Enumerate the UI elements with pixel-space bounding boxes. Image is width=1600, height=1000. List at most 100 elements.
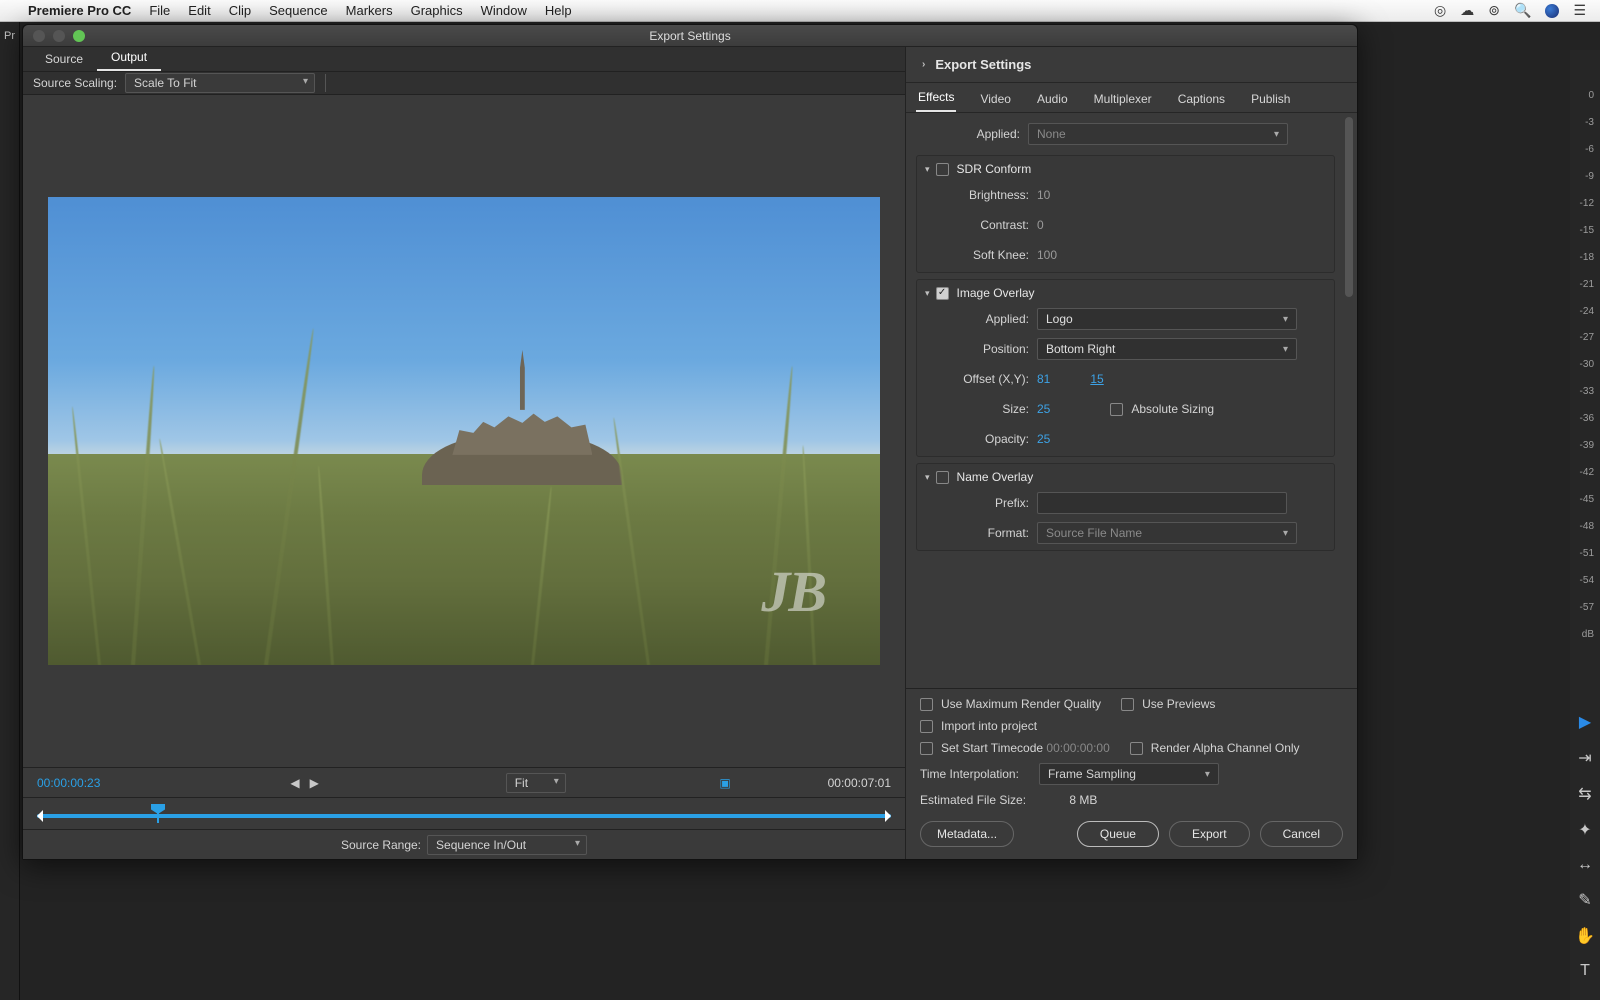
preview-pane: Source Output Source Scaling: Scale To F…: [23, 47, 905, 859]
razor-tool-icon[interactable]: ✦: [1578, 820, 1591, 840]
chevron-right-icon: ›: [922, 59, 925, 70]
import-project-checkbox[interactable]: [920, 720, 933, 733]
brightness-label: Brightness:: [925, 188, 1037, 202]
play-icon[interactable]: ▶: [310, 776, 319, 790]
siri-icon[interactable]: [1545, 4, 1559, 18]
start-tc-label: Set Start Timecode: [941, 741, 1043, 755]
source-scaling-dropdown[interactable]: Scale To Fit: [125, 73, 315, 93]
alpha-only-label: Render Alpha Channel Only: [1151, 741, 1300, 755]
tab-output[interactable]: Output: [97, 45, 161, 71]
time-interp-label: Time Interpolation:: [920, 767, 1019, 781]
sdr-conform-section: ▾ SDR Conform Brightness:10 Contrast:0 S…: [916, 155, 1335, 273]
use-previews-checkbox[interactable]: [1121, 698, 1134, 711]
alpha-only-checkbox[interactable]: [1130, 742, 1143, 755]
creative-cloud-icon[interactable]: ☁: [1460, 2, 1474, 19]
tab-effects[interactable]: Effects: [916, 84, 956, 112]
metadata-button[interactable]: Metadata...: [920, 821, 1014, 847]
overlay-size-label: Size:: [925, 402, 1037, 416]
cc-status-icon[interactable]: ◎: [1434, 2, 1446, 19]
video-preview[interactable]: JB: [48, 197, 880, 665]
start-tc-value: 00:00:00:00: [1046, 741, 1109, 755]
image-overlay-checkbox[interactable]: [936, 287, 949, 300]
aspect-crop-icon[interactable]: ▣: [719, 776, 730, 790]
use-previews-label: Use Previews: [1142, 697, 1215, 711]
export-footer-options: Use Maximum Render Quality Use Previews …: [906, 688, 1357, 815]
playhead-icon[interactable]: [151, 804, 165, 822]
overlay-offset-label: Offset (X,Y):: [925, 372, 1037, 386]
settings-pane: › Export Settings Effects Video Audio Mu…: [905, 47, 1357, 859]
export-button[interactable]: Export: [1169, 821, 1250, 847]
chevron-down-icon: ▾: [925, 164, 930, 175]
menu-file[interactable]: File: [149, 3, 170, 18]
overlay-position-dropdown[interactable]: Bottom Right: [1037, 338, 1297, 360]
cancel-button[interactable]: Cancel: [1260, 821, 1343, 847]
queue-button[interactable]: Queue: [1077, 821, 1159, 847]
source-range-dropdown[interactable]: Sequence In/Out: [427, 835, 587, 855]
name-overlay-checkbox[interactable]: [936, 471, 949, 484]
spotlight-icon[interactable]: 🔍: [1514, 2, 1531, 19]
overlay-offset-y[interactable]: 15: [1090, 372, 1103, 386]
dialog-titlebar[interactable]: Export Settings: [23, 25, 1357, 47]
type-tool-icon[interactable]: T: [1580, 962, 1590, 980]
menu-clip[interactable]: Clip: [229, 3, 251, 18]
tab-video[interactable]: Video: [978, 86, 1012, 112]
menu-window[interactable]: Window: [481, 3, 527, 18]
scrollbar[interactable]: [1345, 117, 1353, 297]
menubar-app[interactable]: Premiere Pro CC: [28, 3, 131, 18]
mac-menubar: Premiere Pro CC File Edit Clip Sequence …: [0, 0, 1600, 22]
menu-markers[interactable]: Markers: [346, 3, 393, 18]
overlay-opacity-label: Opacity:: [925, 432, 1037, 446]
absolute-sizing-checkbox[interactable]: [1110, 403, 1123, 416]
sdr-conform-header[interactable]: ▾ SDR Conform: [925, 162, 1326, 176]
zoom-fit-dropdown[interactable]: Fit: [506, 773, 566, 793]
start-tc-checkbox[interactable]: [920, 742, 933, 755]
overlay-offset-x[interactable]: 81: [1037, 372, 1050, 386]
selection-tool-icon[interactable]: ▶: [1579, 712, 1591, 732]
format-dropdown: Source File Name: [1037, 522, 1297, 544]
lumetri-applied-dropdown: None: [1028, 123, 1288, 145]
slip-tool-icon[interactable]: ↔: [1577, 856, 1593, 874]
tab-audio[interactable]: Audio: [1035, 86, 1070, 112]
export-settings-header[interactable]: › Export Settings: [906, 47, 1357, 83]
audio-meter: 0-3-6-9-12-15-18-21-24-27-30-33-36-39-42…: [1570, 50, 1600, 650]
chevron-down-icon: ▾: [925, 472, 930, 483]
menu-edit[interactable]: Edit: [188, 3, 210, 18]
track-select-tool-icon[interactable]: ⇥: [1578, 748, 1591, 768]
overlay-size-value[interactable]: 25: [1037, 402, 1050, 416]
notification-center-icon[interactable]: ☰: [1573, 2, 1586, 19]
timecode-in[interactable]: 00:00:00:23: [37, 776, 100, 790]
tab-publish[interactable]: Publish: [1249, 86, 1292, 112]
absolute-sizing-label: Absolute Sizing: [1131, 402, 1214, 416]
image-overlay-header[interactable]: ▾ Image Overlay: [925, 286, 1326, 300]
watermark-overlay: JB: [761, 558, 825, 625]
menu-help[interactable]: Help: [545, 3, 572, 18]
step-back-icon[interactable]: ◀: [290, 776, 299, 790]
wifi-icon[interactable]: ⊚: [1488, 2, 1500, 19]
max-quality-checkbox[interactable]: [920, 698, 933, 711]
prefix-input: [1037, 492, 1287, 514]
menu-graphics[interactable]: Graphics: [411, 3, 463, 18]
dialog-title: Export Settings: [23, 29, 1357, 43]
pen-tool-icon[interactable]: ✎: [1578, 890, 1591, 910]
contrast-value: 0: [1037, 218, 1044, 232]
name-overlay-header[interactable]: ▾ Name Overlay: [925, 470, 1326, 484]
tab-multiplexer[interactable]: Multiplexer: [1092, 86, 1154, 112]
tab-source[interactable]: Source: [31, 47, 97, 71]
hand-tool-icon[interactable]: ✋: [1575, 926, 1595, 946]
softknee-label: Soft Knee:: [925, 248, 1037, 262]
overlay-position-label: Position:: [925, 342, 1037, 356]
time-interp-dropdown[interactable]: Frame Sampling: [1039, 763, 1219, 785]
menu-sequence[interactable]: Sequence: [269, 3, 328, 18]
overlay-opacity-value[interactable]: 25: [1037, 432, 1050, 446]
ripple-tool-icon[interactable]: ⇆: [1578, 784, 1591, 804]
overlay-applied-dropdown[interactable]: Logo: [1037, 308, 1297, 330]
tool-palette: ▶ ⇥ ⇆ ✦ ↔ ✎ ✋ T: [1570, 650, 1600, 1000]
contrast-label: Contrast:: [925, 218, 1037, 232]
format-label: Format:: [925, 526, 1037, 540]
effects-scroll[interactable]: Applied: None ▾ SDR Conform Brightness:1…: [906, 113, 1357, 688]
tab-captions[interactable]: Captions: [1176, 86, 1227, 112]
chevron-down-icon: ▾: [925, 288, 930, 299]
source-range-label: Source Range:: [341, 838, 421, 852]
timeline-scrubber[interactable]: [23, 797, 905, 829]
sdr-conform-checkbox[interactable]: [936, 163, 949, 176]
